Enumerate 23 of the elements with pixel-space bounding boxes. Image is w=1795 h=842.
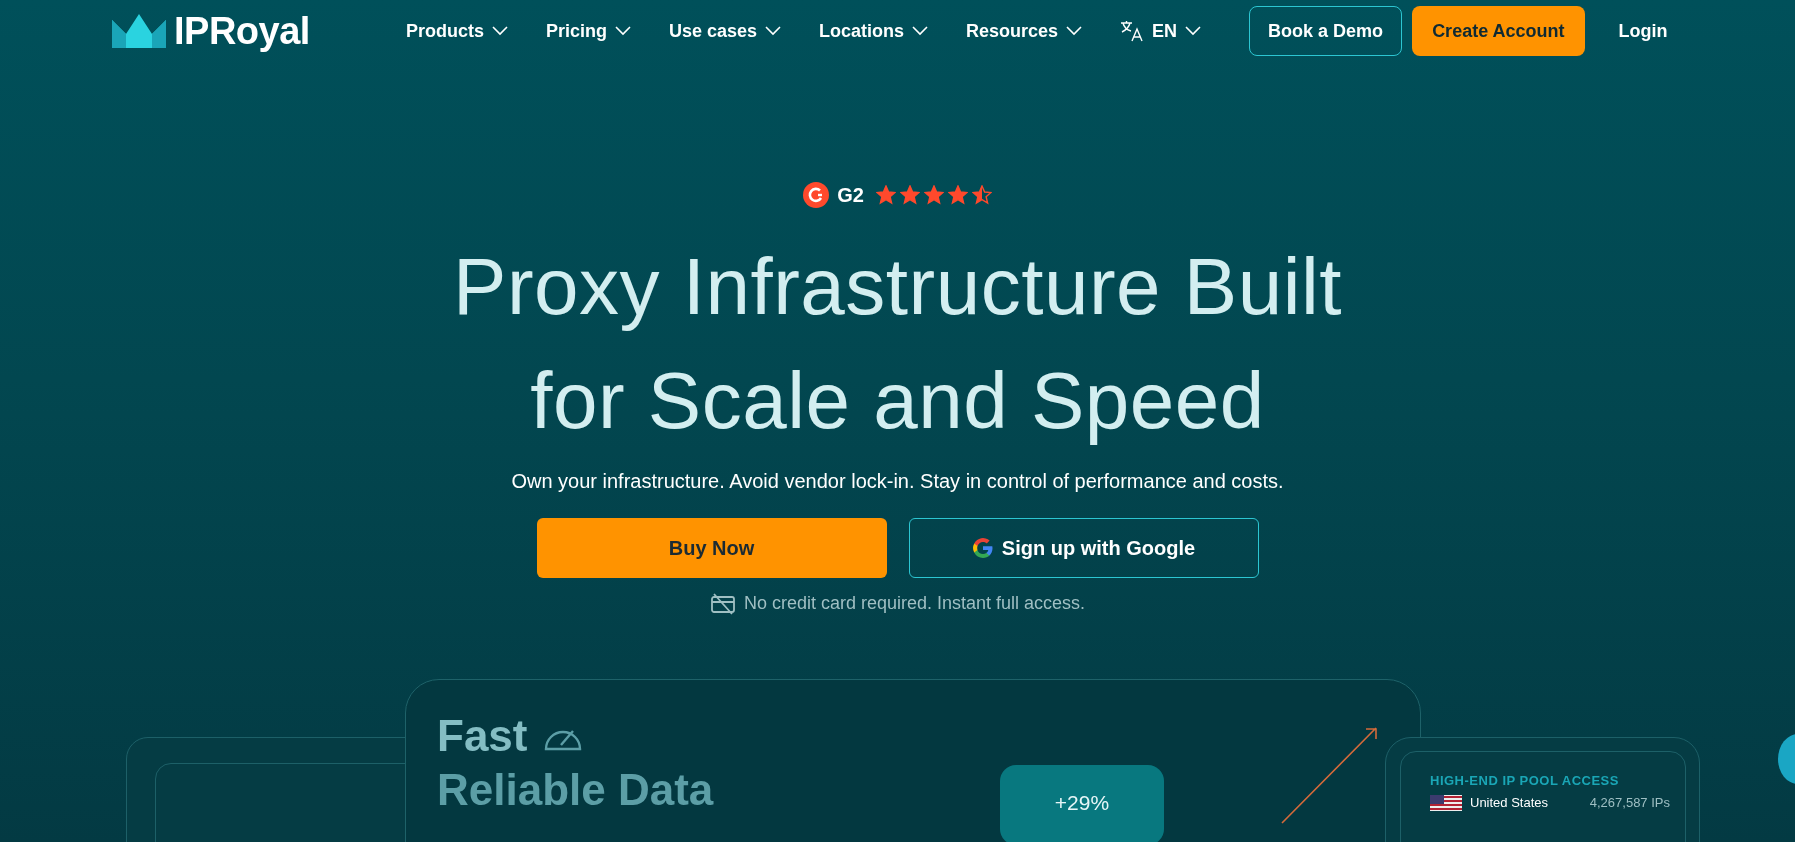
buy-now-button[interactable]: Buy Now <box>536 518 887 578</box>
nav-menu-item[interactable]: Pricing <box>545 17 631 45</box>
hero-title: for Scale and Speed <box>530 355 1265 447</box>
google-signup-button[interactable]: Sign up with Google <box>908 518 1259 578</box>
create-account-button[interactable]: Create Account <box>1412 6 1585 56</box>
login-link[interactable]: Login <box>1618 17 1668 45</box>
logo-text[interactable]: IPRoyal <box>174 2 310 60</box>
hero-subtitle: Own your infrastructure. Avoid vendor lock-in. Stay in control of performance and costs. <box>511 469 1284 494</box>
nav-menu-item[interactable]: Products <box>405 17 508 45</box>
hero-title: Proxy Infrastructure Built <box>453 241 1342 333</box>
nav-menu-item[interactable]: Use cases <box>668 17 781 45</box>
no-credit-card-note: No credit card required. Instant full access. <box>743 592 1086 615</box>
ip-count: 4,267,587 IPs <box>1589 794 1670 812</box>
nav-menu-item[interactable]: Resources <box>966 17 1083 45</box>
preview-headline: Reliable Data <box>437 764 714 816</box>
pool-title: HIGH-END IP POOL ACCESS <box>1430 772 1619 790</box>
country-name: United States <box>1470 794 1549 812</box>
book-demo-button[interactable]: Book a Demo <box>1249 6 1403 56</box>
preview-headline: Fast <box>437 709 714 763</box>
growth-value: +29% <box>1054 790 1110 816</box>
language-selector[interactable]: EN <box>1120 17 1202 45</box>
rating-label: G2 <box>837 183 864 208</box>
nav-menu-item[interactable]: Locations <box>819 17 928 45</box>
